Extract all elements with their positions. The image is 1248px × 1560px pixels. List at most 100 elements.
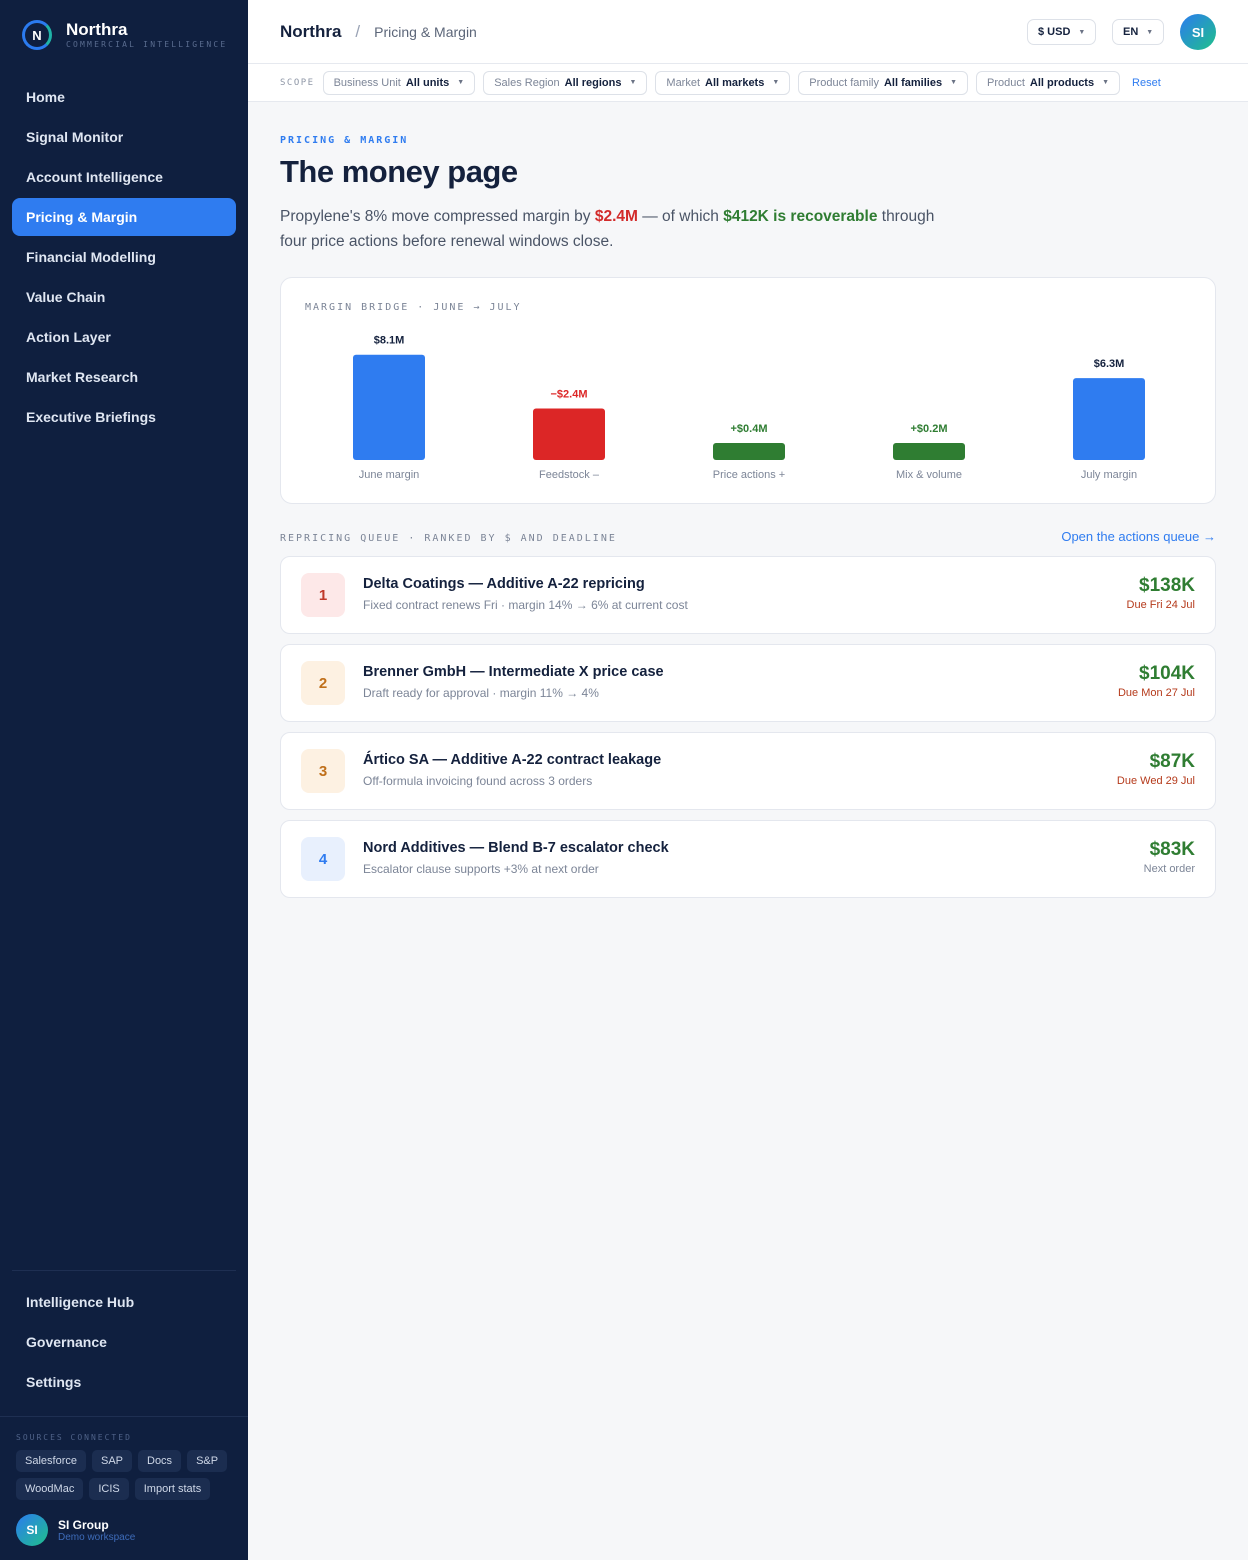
filter-key: Market (666, 76, 701, 89)
chevron-down-icon: ▼ (1078, 28, 1086, 36)
row-due: Due Fri 24 Jul (1126, 599, 1195, 611)
filter-key: Business Unit (333, 76, 401, 89)
bridge-value-label-3: +$0.2M (911, 423, 948, 435)
language-select[interactable]: EN ▼ (1112, 19, 1165, 45)
language-value: EN (1123, 26, 1139, 38)
rank-badge: 3 (301, 749, 345, 793)
row-subtitle: Off-formula invoicing found across 3 ord… (363, 774, 593, 788)
page-eyebrow: PRICING & MARGIN (280, 135, 409, 146)
sidebar-item-value-chain[interactable]: Value Chain (12, 278, 236, 316)
currency-value: $ USD (1038, 26, 1071, 38)
filter-key: Product (987, 76, 1025, 89)
breadcrumb-root[interactable]: Northra (280, 22, 341, 42)
filter-value: All units (405, 76, 450, 89)
open-actions-queue-link[interactable]: Open the actions queue → (1061, 529, 1216, 544)
sidebar-item-pricing-margin[interactable]: Pricing & Margin (12, 198, 236, 236)
chevron-down-icon: ▼ (950, 79, 957, 86)
rank-badge: 4 (301, 837, 345, 881)
filter-product-family[interactable]: Product family All families ▼ (798, 70, 968, 95)
lede-recoverable: $412K is recoverable (723, 208, 878, 225)
top-header: Northra / Pricing & Margin $ USD ▼ EN ▼ … (248, 0, 1248, 64)
source-chip-salesforce[interactable]: Salesforce (16, 1450, 86, 1472)
bridge-value-label-0: $8.1M (374, 335, 405, 347)
sidebar-item-signal-monitor[interactable]: Signal Monitor (12, 118, 236, 156)
filter-value: All products (1029, 76, 1095, 89)
scope-bar: SCOPE Business Unit All units ▼ Sales Re… (248, 64, 1248, 102)
rank-badge: 1 (301, 573, 345, 617)
row-amount: $87K (1149, 751, 1195, 772)
source-chip-sp[interactable]: S&P (187, 1450, 228, 1472)
lede-loss-amount: $2.4M (594, 208, 638, 225)
queue-label: REPRICING QUEUE · RANKED BY $ AND DEADLI… (280, 533, 617, 544)
sidebar-item-home[interactable]: Home (12, 78, 236, 116)
breadcrumb-current: Pricing & Margin (374, 24, 477, 40)
sidebar-item-financial-modelling[interactable]: Financial Modelling (12, 238, 236, 276)
bridge-value-label-2: +$0.4M (731, 423, 768, 435)
chevron-down-icon: ▼ (457, 79, 465, 86)
filter-business-unit[interactable]: Business Unit All units ▼ (322, 70, 476, 95)
brand-tagline: COMMERCIAL INTELLIGENCE (66, 40, 228, 49)
bridge-value-label-1: −$2.4M (551, 389, 588, 401)
sidebar-item-executive-briefings[interactable]: Executive Briefings (12, 398, 236, 436)
workspace-avatar: SI (16, 1514, 48, 1546)
filter-value: All markets (705, 76, 765, 89)
main-nav: Home Signal Monitor Account Intelligence… (12, 78, 236, 438)
sidebar-item-settings[interactable]: Settings (12, 1363, 236, 1401)
source-chip-import-stats[interactable]: Import stats (134, 1478, 211, 1500)
user-avatar[interactable]: SI (1180, 14, 1216, 50)
sources-label: SOURCES CONNECTED (16, 1433, 132, 1442)
breadcrumb-separator: / (355, 22, 361, 41)
source-chip-docs[interactable]: Docs (138, 1450, 182, 1472)
bridge-category-label-1: Feedstock – (539, 469, 600, 481)
brand[interactable]: N Northra COMMERCIAL INTELLIGENCE (22, 20, 227, 50)
workspace-switcher[interactable]: SI SI Group Demo workspace (16, 1514, 135, 1546)
source-chips: Salesforce SAP Docs S&P WoodMac ICIS Imp… (16, 1450, 232, 1500)
chevron-down-icon: ▼ (1146, 28, 1154, 36)
bridge-bar-1 (533, 408, 605, 460)
row-amount: $83K (1149, 839, 1195, 860)
chevron-down-icon: ▼ (629, 79, 637, 86)
source-chip-icis[interactable]: ICIS (89, 1478, 129, 1500)
northra-logo-icon: N (22, 20, 52, 50)
row-amount: $104K (1139, 663, 1195, 684)
filter-sales-region[interactable]: Sales Region All regions ▼ (483, 70, 648, 95)
filter-product[interactable]: Product All products ▼ (976, 70, 1121, 95)
source-chip-woodmac[interactable]: WoodMac (16, 1478, 84, 1500)
filter-market[interactable]: Market All markets ▼ (655, 70, 791, 95)
brand-name: Northra (66, 20, 128, 39)
margin-bridge-card: MARGIN BRIDGE · JUNE → JULY $8.1M June ma… (280, 277, 1216, 504)
queue-row[interactable]: 3 Ártico SA — Additive A-22 contract lea… (280, 732, 1216, 810)
workspace-name: SI Group (58, 1517, 109, 1532)
filter-key: Sales Region (494, 76, 560, 89)
queue-row[interactable]: 1 Delta Coatings — Additive A-22 reprici… (280, 556, 1216, 634)
row-amount: $138K (1139, 575, 1195, 596)
row-subtitle: Fixed contract renews Fri · margin 14% →… (363, 598, 688, 612)
row-due: Next order (1143, 863, 1195, 875)
sources-connected: SOURCES CONNECTED Salesforce SAP Docs S&… (0, 1416, 248, 1500)
filter-value: All regions (564, 76, 622, 89)
bridge-bar-0 (353, 354, 425, 460)
bridge-category-label-4: July margin (1081, 469, 1137, 481)
bridge-bar-3 (893, 443, 965, 460)
queue-row[interactable]: 4 Nord Additives — Blend B-7 escalator c… (280, 820, 1216, 898)
breadcrumb: Northra / Pricing & Margin (280, 22, 477, 42)
bridge-category-label-2: Price actions + (713, 469, 785, 481)
chevron-down-icon: ▼ (1102, 79, 1110, 86)
row-subtitle: Escalator clause supports +3% at next or… (363, 862, 599, 876)
reset-filters-link[interactable]: Reset (1132, 77, 1161, 89)
queue-row[interactable]: 2 Brenner GmbH — Intermediate X price ca… (280, 644, 1216, 722)
sidebar-item-governance[interactable]: Governance (12, 1323, 236, 1361)
row-subtitle: Draft ready for approval · margin 11% → … (363, 686, 599, 700)
bridge-category-label-3: Mix & volume (896, 469, 962, 481)
sidebar-item-action-layer[interactable]: Action Layer (12, 318, 236, 356)
currency-select[interactable]: $ USD ▼ (1027, 19, 1097, 45)
secondary-nav: Intelligence Hub Governance Settings (12, 1270, 236, 1403)
source-chip-sap[interactable]: SAP (91, 1450, 132, 1472)
sidebar-item-market-research[interactable]: Market Research (12, 358, 236, 396)
sidebar-item-intelligence-hub[interactable]: Intelligence Hub (12, 1283, 236, 1321)
margin-bridge-chart: $8.1M June margin −$2.4M Feedstock – +$0.4M P… (353, 335, 1145, 481)
row-title: Nord Additives — Blend B-7 escalator che… (363, 840, 669, 856)
sidebar-item-account-intelligence[interactable]: Account Intelligence (12, 158, 236, 196)
filter-key: Product family (809, 76, 879, 89)
lede-text: Propylene's 8% move compressed margin by (280, 208, 595, 225)
